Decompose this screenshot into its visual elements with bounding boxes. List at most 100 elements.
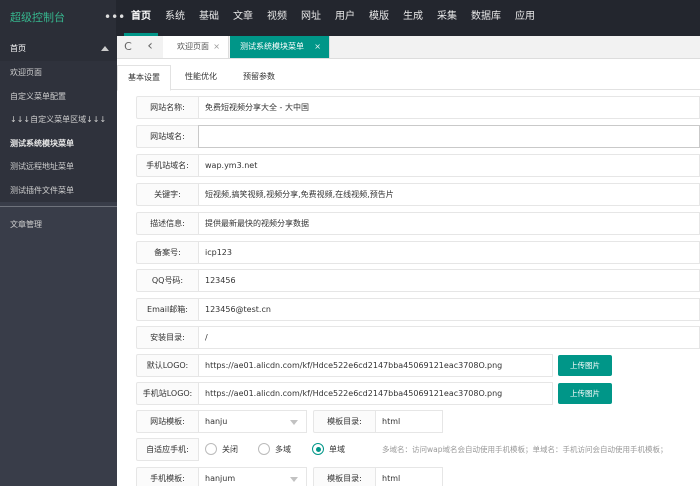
mobile-template-dir-input[interactable]: html — [375, 467, 443, 486]
nav-url[interactable]: 网址 — [294, 0, 328, 36]
form-row-mobile-logo: 手机站LOGO: https://ae01.alicdn.com/kf/Hdce… — [136, 382, 700, 405]
install-dir-input[interactable]: / — [198, 326, 700, 349]
main-content: 基本设置 性能优化 预留参数 网站名称: 免费短视频分享大全 - 大中国 网站域… — [117, 59, 700, 486]
form-row-qq: QQ号码: 123456 — [136, 269, 700, 292]
radio-multi-domain-label[interactable]: 多域 — [275, 438, 291, 461]
form-row-icp: 备案号: icp123 — [136, 241, 700, 264]
nav-system[interactable]: 系统 — [158, 0, 192, 36]
email-label: Email邮箱: — [136, 298, 199, 321]
site-name-input[interactable]: 免费短视频分享大全 - 大中国 — [198, 96, 700, 119]
adaptive-mobile-hint: 多域名：访问wap域名会自动使用手机模板；单域名：手机访问会自动使用手机模板； — [382, 445, 668, 454]
adaptive-mobile-label: 自适应手机: — [136, 438, 199, 461]
mobile-logo-url-input[interactable]: https://ae01.alicdn.com/kf/Hdce522e6cd21… — [198, 382, 553, 405]
nav-collect[interactable]: 采集 — [430, 0, 464, 36]
back-icon[interactable]: ‹ — [139, 36, 161, 58]
sidebar-item-test-remote-url[interactable]: 测试远程地址菜单 — [0, 155, 117, 179]
mobile-logo-label: 手机站LOGO: — [136, 382, 199, 405]
form-row-mobile-domain: 手机站域名: wap.ym3.net — [136, 154, 700, 177]
sidebar-item-article-management[interactable]: 文章管理 — [0, 213, 117, 237]
form-row-logo: 默认LOGO: https://ae01.alicdn.com/kf/Hdce5… — [136, 354, 700, 377]
radio-off-label[interactable]: 关闭 — [222, 438, 238, 461]
template-dir-label: 模板目录: — [313, 410, 376, 433]
mobile-template-select-value: hanjum — [205, 474, 236, 483]
close-icon[interactable]: × — [314, 36, 321, 58]
nav-generate[interactable]: 生成 — [396, 0, 430, 36]
nav-home[interactable]: 首页 — [124, 0, 158, 36]
nav-basic[interactable]: 基础 — [192, 0, 226, 36]
brand-logo[interactable]: 超级控制台 — [0, 0, 116, 36]
radio-single-domain-label[interactable]: 单域 — [329, 438, 345, 461]
site-domain-input[interactable] — [198, 125, 700, 148]
sidebar-group-label: 首页 — [10, 44, 26, 53]
logo-url-input[interactable]: https://ae01.alicdn.com/kf/Hdce522e6cd21… — [198, 354, 553, 377]
top-bar: 超级控制台 ••• 首页 系统 基础 文章 视频 网址 用户 模版 生成 采集 … — [0, 0, 700, 36]
template-label: 网站模板: — [136, 410, 199, 433]
template-dir-input[interactable]: html — [375, 410, 443, 433]
site-domain-label: 网站域名: — [136, 125, 199, 148]
form-row-install-dir: 安装目录: / — [136, 326, 700, 349]
tab-welcome[interactable]: 欢迎页面 × — [163, 36, 229, 58]
radio-off[interactable] — [205, 443, 217, 455]
upload-logo-button[interactable]: 上传图片 — [558, 355, 612, 376]
settings-tabs: 基本设置 性能优化 预留参数 — [117, 65, 700, 91]
sidebar-divider — [0, 206, 117, 207]
sidebar-submenu: 欢迎页面 自定义菜单配置 ↓↓↓自定义菜单区域↓↓↓ 测试系统模块菜单 测试远程… — [0, 61, 117, 202]
sidebar-item-custom-menu-config[interactable]: 自定义菜单配置 — [0, 85, 117, 109]
description-label: 描述信息: — [136, 212, 199, 235]
template-select[interactable]: hanju — [198, 410, 307, 433]
sidebar-item-custom-menu-area[interactable]: ↓↓↓自定义菜单区域↓↓↓ — [0, 108, 117, 132]
page-tab-bar: C ‹ 欢迎页面 × 测试系统模块菜单 × — [117, 36, 700, 59]
qq-label: QQ号码: — [136, 269, 199, 292]
icp-label: 备案号: — [136, 241, 199, 264]
chevron-down-icon — [290, 420, 298, 425]
site-name-label: 网站名称: — [136, 96, 199, 119]
install-dir-label: 安装目录: — [136, 326, 199, 349]
sidebar-item-test-system-module[interactable]: 测试系统模块菜单 — [0, 132, 117, 156]
chevron-up-icon — [101, 46, 109, 51]
form-row-site-domain: 网站域名: — [136, 125, 700, 148]
form-row-mobile-template: 手机模板: hanjum 模板目录: html — [136, 467, 700, 486]
form-row-site-name: 网站名称: 免费短视频分享大全 - 大中国 — [136, 96, 700, 119]
description-input[interactable]: 提供最新最快的视频分享数据 — [198, 212, 700, 235]
mobile-domain-label: 手机站域名: — [136, 154, 199, 177]
nav-article[interactable]: 文章 — [226, 0, 260, 36]
nav-database[interactable]: 数据库 — [464, 0, 508, 36]
email-input[interactable]: 123456@test.cn — [198, 298, 700, 321]
radio-multi-domain[interactable] — [258, 443, 270, 455]
sidebar: 首页 欢迎页面 自定义菜单配置 ↓↓↓自定义菜单区域↓↓↓ 测试系统模块菜单 测… — [0, 36, 117, 486]
tab-reserved-params[interactable]: 预留参数 — [231, 65, 287, 90]
nav-user[interactable]: 用户 — [328, 0, 362, 36]
radio-single-domain[interactable] — [312, 443, 324, 455]
sidebar-group-home[interactable]: 首页 — [0, 36, 117, 61]
icp-input[interactable]: icp123 — [198, 241, 700, 264]
close-icon[interactable]: × — [213, 36, 220, 58]
form-row-adaptive-mobile: 自适应手机: 关闭 多域 单域 多域名：访问wap域名会自动使用手机模板；单域名… — [136, 438, 700, 461]
form-row-keywords: 关键字: 短视频,搞笑视频,视频分享,免费视频,在线视频,预告片 — [136, 183, 700, 206]
nav-video[interactable]: 视频 — [260, 0, 294, 36]
tab-performance[interactable]: 性能优化 — [173, 65, 229, 90]
form-row-email: Email邮箱: 123456@test.cn — [136, 298, 700, 321]
chevron-down-icon — [290, 477, 298, 482]
tab-label: 测试系统模块菜单 — [240, 42, 304, 51]
nav-apps[interactable]: 应用 — [508, 0, 542, 36]
form-row-description: 描述信息: 提供最新最快的视频分享数据 — [136, 212, 700, 235]
sidebar-item-test-plugin-file[interactable]: 测试插件文件菜单 — [0, 179, 117, 203]
more-menu-icon[interactable]: ••• — [104, 11, 125, 23]
refresh-icon[interactable]: C — [117, 36, 139, 58]
sidebar-item-welcome[interactable]: 欢迎页面 — [0, 61, 117, 85]
tab-test-system-module[interactable]: 测试系统模块菜单 × — [230, 36, 330, 58]
keywords-label: 关键字: — [136, 183, 199, 206]
mobile-template-label: 手机模板: — [136, 467, 199, 486]
mobile-domain-input[interactable]: wap.ym3.net — [198, 154, 700, 177]
upload-mobile-logo-button[interactable]: 上传图片 — [558, 383, 612, 404]
tab-basic-settings[interactable]: 基本设置 — [117, 65, 171, 91]
template-select-value: hanju — [205, 417, 228, 426]
form-row-template: 网站模板: hanju 模板目录: html — [136, 410, 700, 433]
keywords-input[interactable]: 短视频,搞笑视频,视频分享,免费视频,在线视频,预告片 — [198, 183, 700, 206]
top-nav: 首页 系统 基础 文章 视频 网址 用户 模版 生成 采集 数据库 应用 — [124, 0, 542, 36]
qq-input[interactable]: 123456 — [198, 269, 700, 292]
mobile-template-dir-label: 模板目录: — [313, 467, 376, 486]
mobile-template-select[interactable]: hanjum — [198, 467, 307, 486]
tab-label: 欢迎页面 — [177, 42, 209, 51]
nav-template[interactable]: 模版 — [362, 0, 396, 36]
